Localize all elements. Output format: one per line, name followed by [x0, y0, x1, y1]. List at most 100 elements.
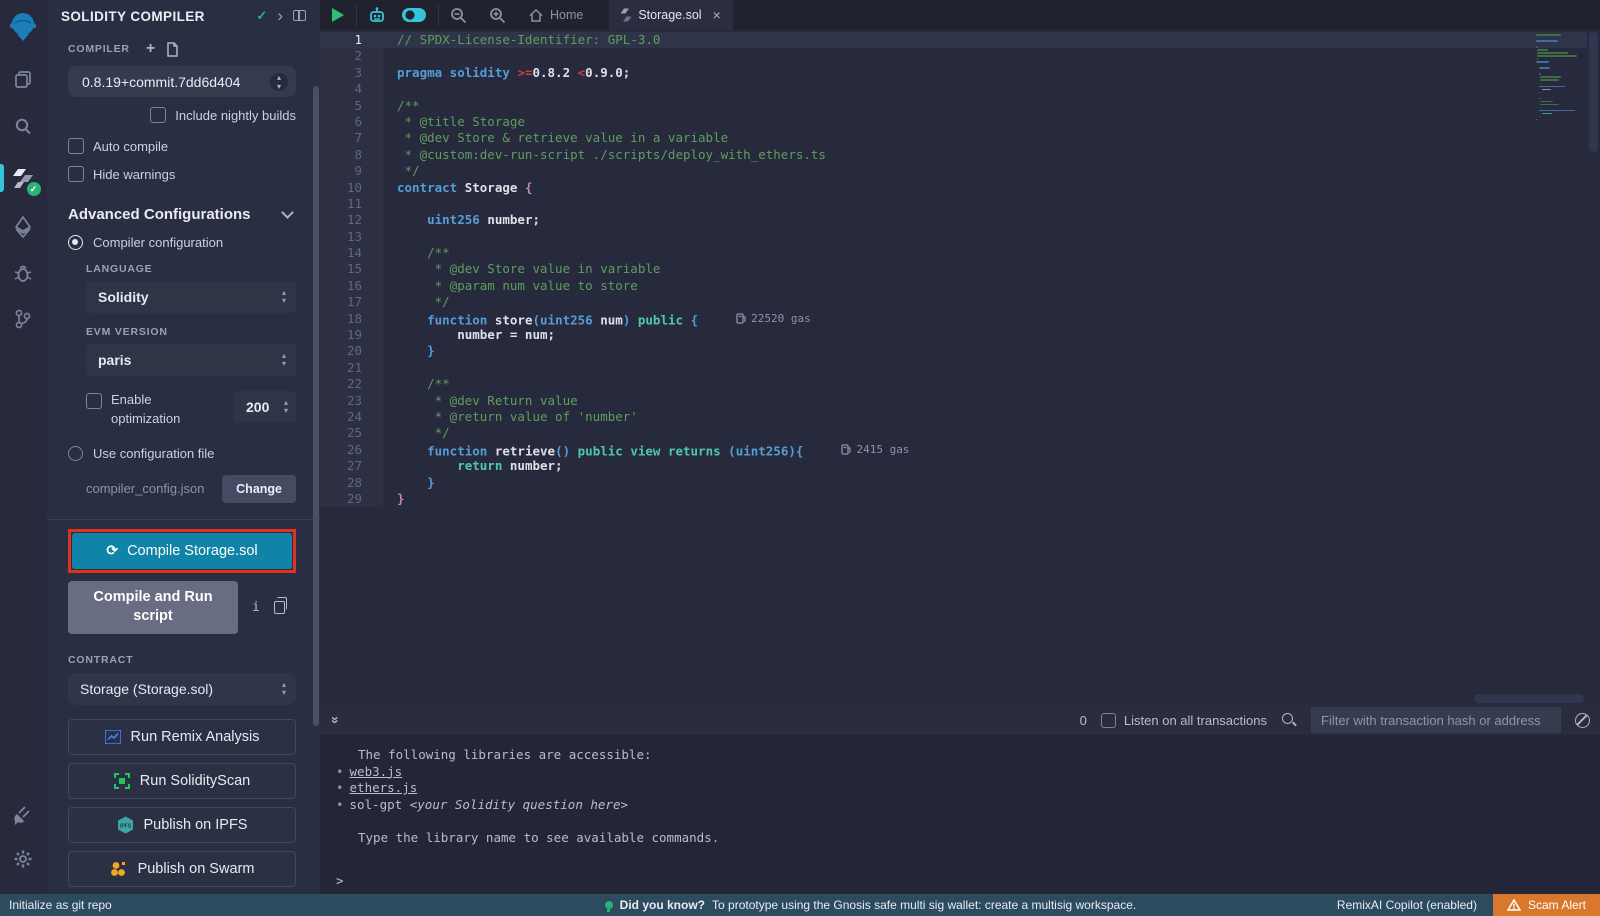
use-config-radio[interactable] [68, 446, 83, 461]
run-solidityscan-button[interactable]: Run SolidityScan [68, 763, 296, 799]
code-line[interactable]: 7 * @dev Store & retrieve value in a var… [320, 130, 1600, 146]
code-editor[interactable]: 1// SPDX-License-Identifier: GPL-3.023pr… [320, 30, 1600, 705]
auto-compile-label[interactable]: Auto compile [93, 139, 168, 154]
advanced-config-header[interactable]: Advanced Configurations [68, 206, 296, 223]
version-spinner-icon[interactable]: ▴▾ [270, 73, 288, 91]
library-link[interactable]: ethers.js [350, 780, 418, 795]
optimization-runs-input[interactable]: 200 ▴▾ [234, 391, 296, 423]
zoom-out-icon[interactable] [439, 0, 478, 30]
evm-version-select[interactable]: paris ▴▾ [86, 344, 296, 376]
code-line[interactable]: 9 */ [320, 163, 1600, 179]
code-line[interactable]: 17 */ [320, 294, 1600, 310]
editor-scrollbar[interactable] [1587, 30, 1600, 705]
run-script-play-button[interactable] [320, 0, 356, 30]
code-line[interactable]: 16 * @param num value to store [320, 278, 1600, 294]
copilot-status[interactable]: RemixAI Copilot (enabled) [1321, 898, 1493, 912]
listen-label[interactable]: Listen on all transactions [1124, 713, 1267, 728]
enable-optimization-label[interactable]: Enable optimization [111, 391, 203, 429]
copy-icon[interactable] [274, 601, 285, 614]
contract-select[interactable]: Storage (Storage.sol) ▴▾ [68, 673, 296, 705]
code-line[interactable]: 28 } [320, 475, 1600, 491]
compile-and-run-button[interactable]: Compile and Run script [68, 581, 238, 634]
code-line[interactable]: 11 [320, 196, 1600, 212]
code-line[interactable]: 26 function retrieve() public view retur… [320, 442, 1600, 458]
clear-console-icon[interactable] [1575, 713, 1590, 728]
chevron-right-icon[interactable]: › [277, 6, 283, 26]
scam-alert-badge[interactable]: Scam Alert [1493, 894, 1600, 916]
solidity-compiler-icon[interactable]: ✓ [0, 160, 47, 198]
git-icon[interactable] [0, 302, 47, 336]
language-select[interactable]: Solidity ▴▾ [86, 281, 296, 313]
pin-panel-icon[interactable] [293, 9, 306, 24]
code-line[interactable]: 19 number = num; [320, 327, 1600, 343]
code-line[interactable]: 27 return number; [320, 458, 1600, 474]
publish-ipfs-button[interactable]: IPFS Publish on IPFS [68, 807, 296, 843]
change-config-button[interactable]: Change [222, 475, 296, 503]
code-line[interactable]: 5/** [320, 98, 1600, 114]
use-config-label[interactable]: Use configuration file [93, 446, 214, 461]
add-compiler-icon[interactable]: + [146, 40, 155, 58]
zoom-in-icon[interactable] [478, 0, 517, 30]
caret-updown-icon: ▴▾ [284, 399, 288, 415]
search-icon[interactable] [0, 110, 47, 144]
code-line[interactable]: 20 } [320, 343, 1600, 359]
minimap[interactable] [1536, 34, 1584, 122]
config-file-name[interactable]: compiler_config.json [86, 481, 205, 496]
hide-warnings-checkbox[interactable] [68, 166, 84, 182]
code-line[interactable]: 22 /** [320, 376, 1600, 392]
code-line[interactable]: 13 [320, 229, 1600, 245]
editor-scrollbar-thumb[interactable] [1589, 32, 1598, 152]
settings-icon[interactable] [0, 842, 47, 876]
publish-file-icon[interactable] [165, 42, 179, 57]
hide-warnings-label[interactable]: Hide warnings [93, 167, 175, 182]
code-line[interactable]: 29} [320, 491, 1600, 507]
terminal[interactable]: The following libraries are accessible:•… [320, 735, 1600, 894]
compile-button[interactable]: ⟳ Compile Storage.sol [72, 533, 292, 569]
collapse-terminal-icon[interactable]: » [328, 716, 344, 724]
library-link[interactable]: web3.js [350, 764, 403, 779]
close-icon[interactable]: × [713, 7, 721, 23]
run-remix-analysis-button[interactable]: Run Remix Analysis [68, 719, 296, 755]
code-line[interactable]: 14 /** [320, 245, 1600, 261]
copilot-toggle[interactable] [397, 0, 438, 30]
transaction-filter-input[interactable] [1311, 707, 1561, 733]
code-line[interactable]: 2 [320, 48, 1600, 64]
code-line[interactable]: 6 * @title Storage [320, 114, 1600, 130]
code-line[interactable]: 10contract Storage { [320, 180, 1600, 196]
enable-optimization-checkbox[interactable] [86, 393, 102, 409]
include-nightly-checkbox[interactable] [150, 107, 166, 123]
code-line[interactable]: 21 [320, 360, 1600, 376]
deploy-run-icon[interactable] [0, 210, 47, 244]
code-line[interactable]: 23 * @dev Return value [320, 393, 1600, 409]
remix-logo-icon[interactable] [0, 6, 47, 46]
compiler-config-radio[interactable] [68, 235, 83, 250]
plugin-manager-icon[interactable] [0, 798, 47, 832]
ai-copilot-button[interactable] [357, 0, 397, 30]
code-line[interactable]: 1// SPDX-License-Identifier: GPL-3.0 [320, 32, 1600, 48]
code-line[interactable]: 3pragma solidity >=0.8.2 <0.9.0; [320, 65, 1600, 81]
include-nightly-label[interactable]: Include nightly builds [175, 108, 296, 123]
file-explorer-icon[interactable] [0, 62, 47, 96]
code-line[interactable]: 15 * @dev Store value in variable [320, 261, 1600, 277]
auto-compile-checkbox[interactable] [68, 138, 84, 154]
info-icon[interactable]: i [252, 600, 260, 615]
compiler-config-label[interactable]: Compiler configuration [93, 235, 223, 250]
code-line[interactable]: 25 */ [320, 425, 1600, 441]
code-line[interactable]: 8 * @custom:dev-run-script ./scripts/dep… [320, 147, 1600, 163]
listen-checkbox[interactable] [1101, 713, 1116, 728]
git-init-status[interactable]: Initialize as git repo [0, 898, 420, 912]
publish-swarm-button[interactable]: Publish on Swarm [68, 851, 296, 887]
tab-storage-sol[interactable]: Storage.sol × [609, 0, 732, 30]
code-line[interactable]: 18 function store(uint256 num) public { … [320, 311, 1600, 327]
terminal-search-icon[interactable] [1281, 712, 1297, 728]
compile-run-row: Compile and Run script i [68, 581, 296, 634]
terminal-prompt[interactable]: > [336, 873, 1600, 890]
code-line[interactable]: 24 * @return value of 'number' [320, 409, 1600, 425]
compiler-version-select[interactable]: 0.8.19+commit.7dd6d404 ▴▾ [68, 66, 296, 97]
editor-hscrollbar-thumb[interactable] [1474, 694, 1584, 703]
panel-scrollbar[interactable] [313, 86, 319, 726]
code-line[interactable]: 12 uint256 number; [320, 212, 1600, 228]
debugger-icon[interactable] [0, 256, 47, 290]
code-line[interactable]: 4 [320, 81, 1600, 97]
tab-home[interactable]: Home [517, 0, 595, 30]
